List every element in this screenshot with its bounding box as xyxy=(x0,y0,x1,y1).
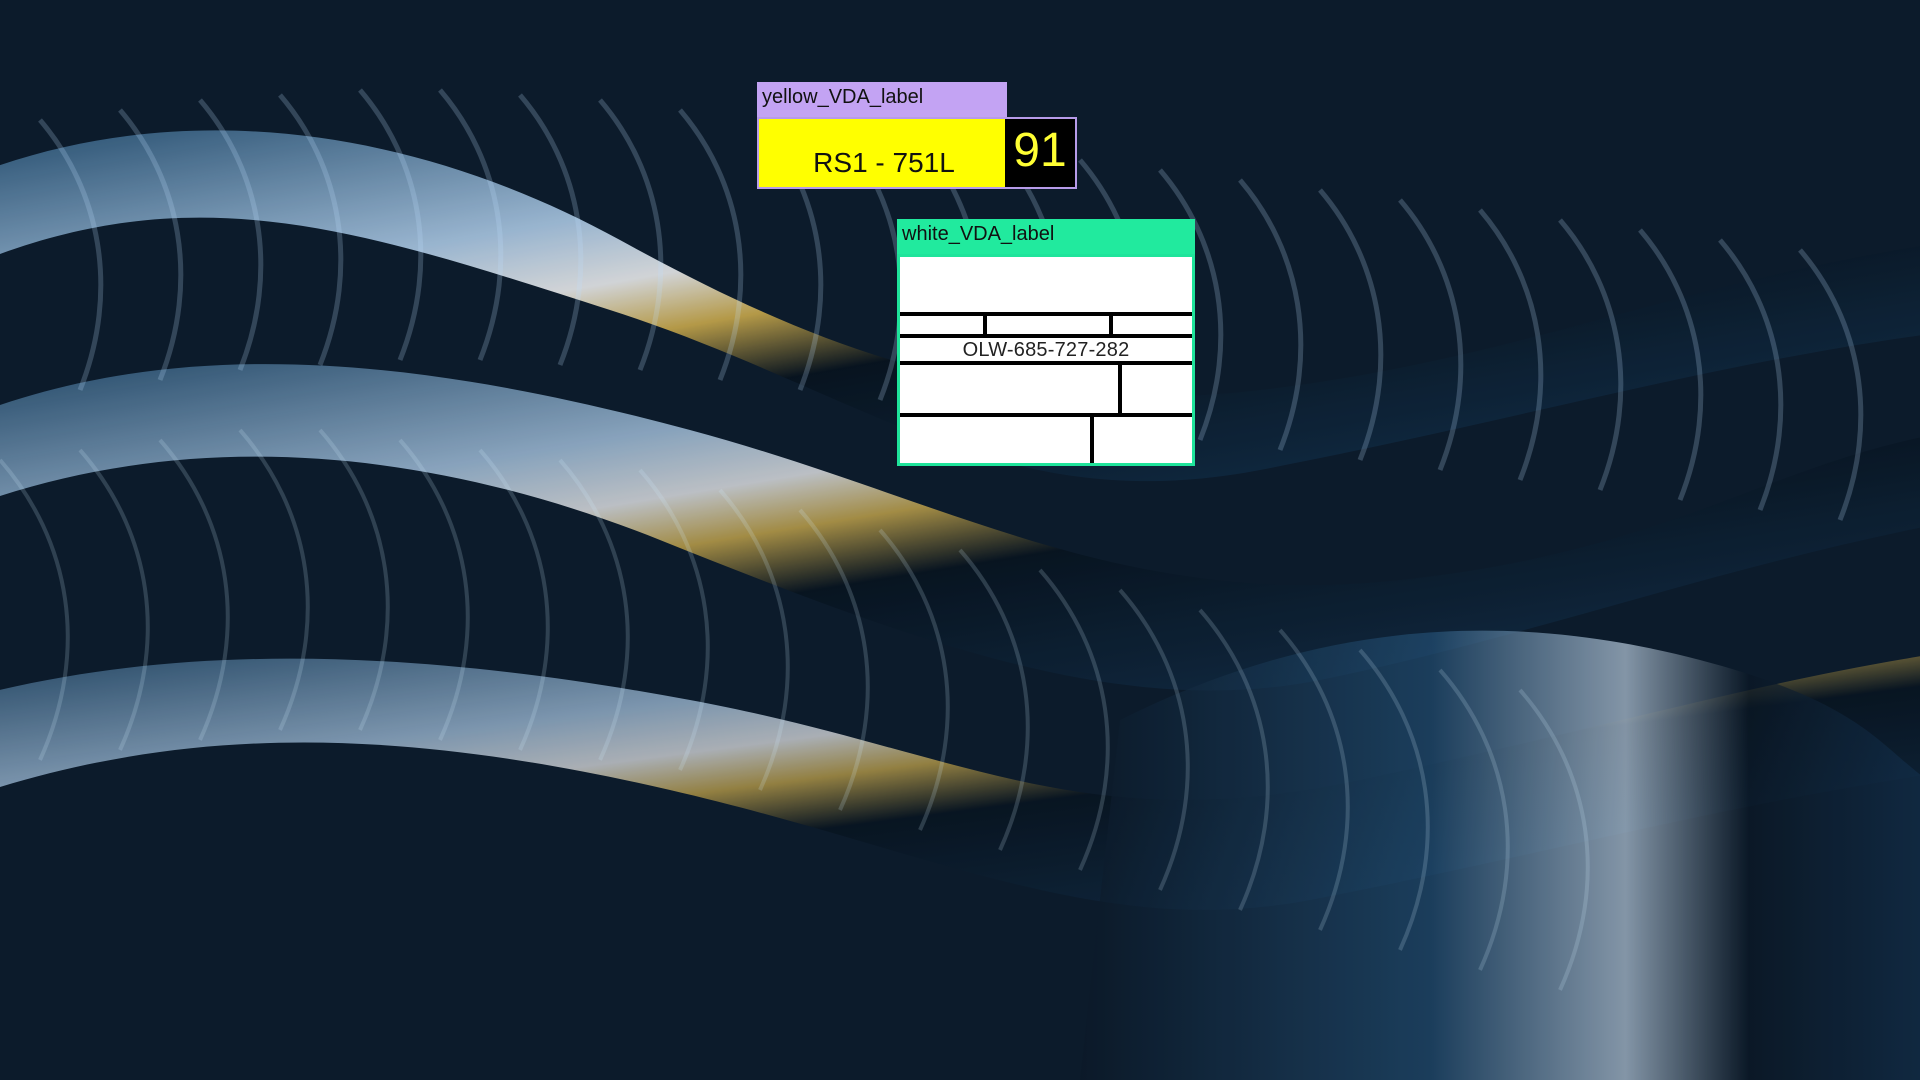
white-label-grid-line-upper-middle xyxy=(900,334,1192,338)
yellow-label-code: RS1 - 751L xyxy=(813,147,955,178)
yellow-vda-label: RS1 - 751L 91 xyxy=(757,117,1077,189)
white-vda-label-tag: white_VDA_label xyxy=(897,219,1195,255)
white-label-divider-2 xyxy=(1109,316,1113,334)
white-label-divider-3 xyxy=(1118,365,1122,413)
image-viewer-stage: yellow_VDA_label RS1 - 751L 91 white_VDA… xyxy=(0,0,1920,1080)
white-vda-label: OLW-685-727-282 xyxy=(897,254,1195,466)
white-label-divider-4 xyxy=(1090,417,1094,463)
white-label-grid-line-top xyxy=(900,312,1192,316)
white-label-code: OLW-685-727-282 xyxy=(962,339,1130,361)
yellow-vda-label-tag: yellow_VDA_label xyxy=(757,82,1007,118)
yellow-label-number: 91 xyxy=(1005,119,1075,187)
white-label-divider-1 xyxy=(983,316,987,334)
white-label-grid-line-lower-middle xyxy=(900,413,1192,417)
